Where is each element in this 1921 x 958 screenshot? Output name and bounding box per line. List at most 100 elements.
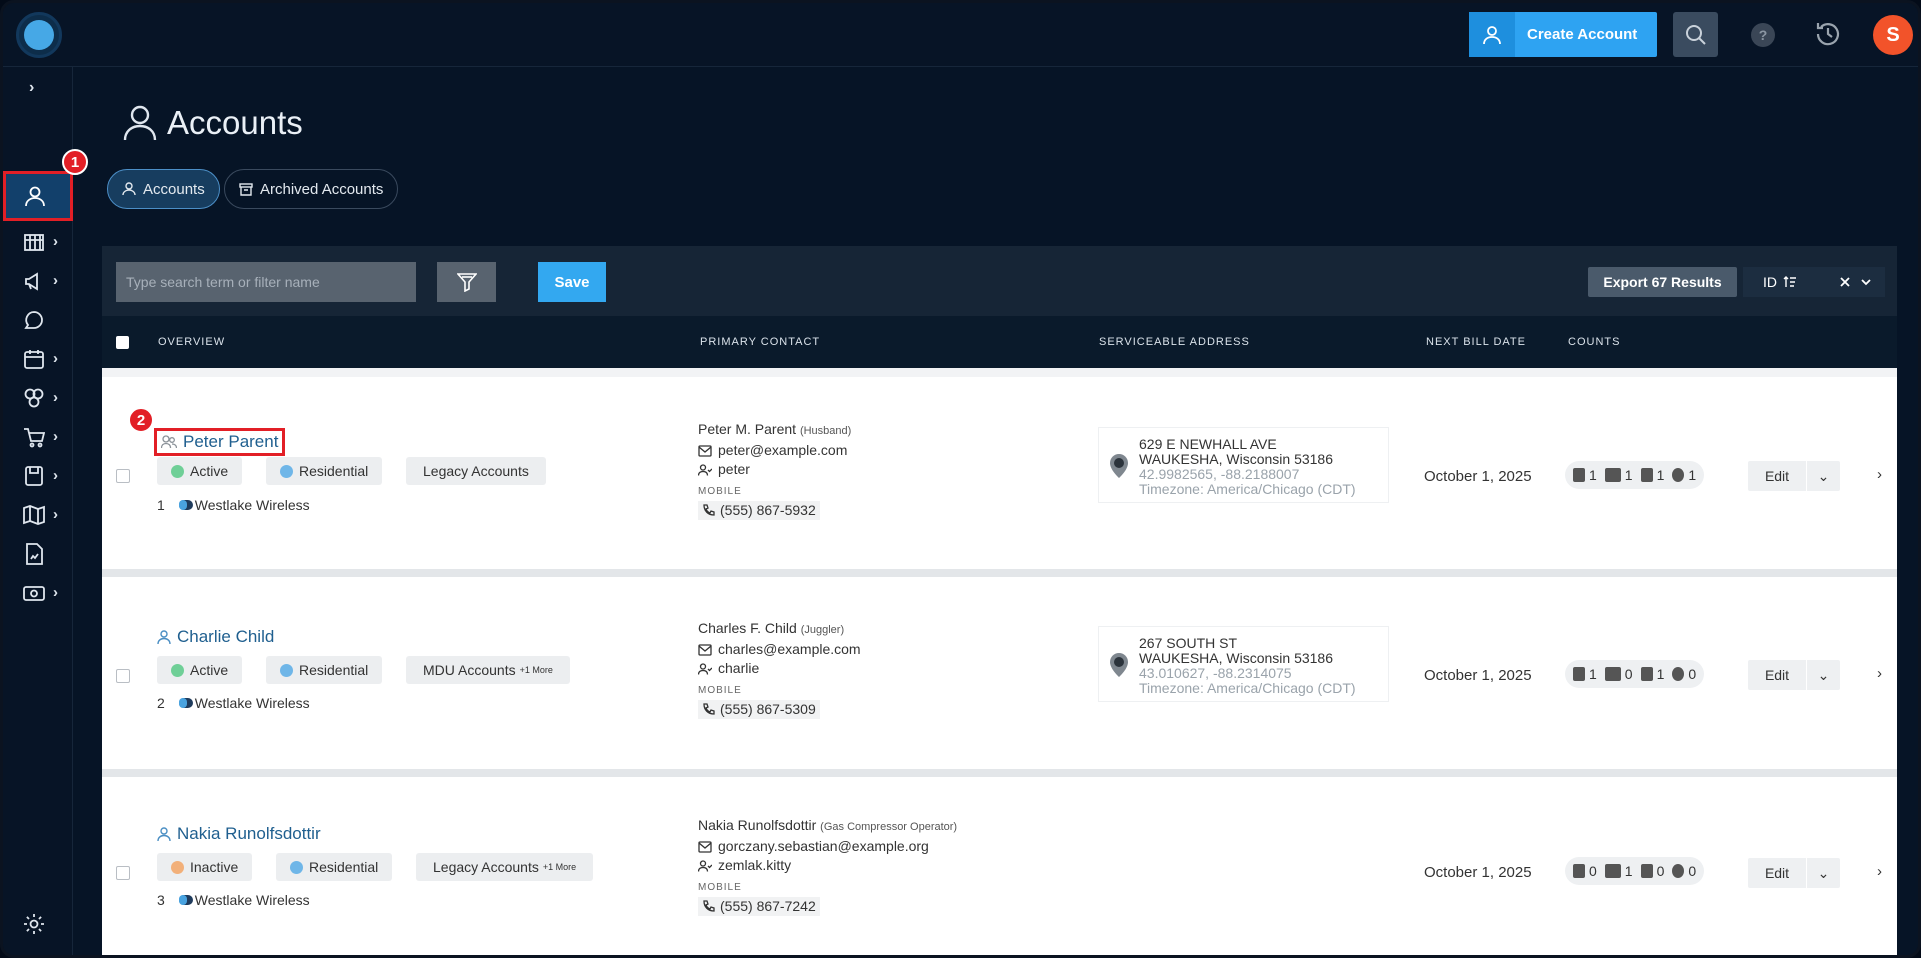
sidebar-item-settings[interactable] xyxy=(3,901,73,947)
user-check-icon xyxy=(698,662,712,675)
row-checkbox[interactable] xyxy=(116,469,130,483)
help-icon[interactable]: ? xyxy=(1751,23,1775,47)
router-icon xyxy=(1604,468,1621,482)
account-name-link[interactable]: Peter Parent xyxy=(154,428,286,456)
user-icon xyxy=(25,186,45,207)
column-header-next-bill-date: NEXT BILL DATE xyxy=(1426,336,1526,348)
calendar-icon xyxy=(24,350,44,369)
phone-icon xyxy=(703,900,715,912)
accounts-panel: Save Export 67 Results ID OVERVIEW PRIMA… xyxy=(102,246,1897,955)
page-title-text: Accounts xyxy=(167,104,303,141)
history-icon[interactable] xyxy=(1813,19,1843,49)
status-badge: Inactive xyxy=(157,853,253,881)
cart-icon xyxy=(24,428,45,448)
phone-icon xyxy=(703,504,715,516)
sidebar: › › › › › › › › › xyxy=(3,67,73,955)
row-expand-chevron[interactable]: › xyxy=(1877,863,1882,880)
search-icon xyxy=(1685,24,1706,45)
user-icon xyxy=(157,826,171,841)
filter-button[interactable] xyxy=(437,262,496,302)
annotation-badge-1: 1 xyxy=(62,149,88,175)
user-check-icon xyxy=(698,463,712,476)
clear-icon[interactable] xyxy=(1837,273,1853,291)
edit-button[interactable]: Edit ⌄ xyxy=(1748,858,1840,888)
provider-icon xyxy=(178,698,193,708)
services-icon xyxy=(24,388,44,408)
primary-contact: Peter M. Parent (Husband) peter@example.… xyxy=(698,421,852,520)
row-checkbox[interactable] xyxy=(116,669,130,683)
chevron-right-icon: › xyxy=(53,233,58,250)
sidebar-item-billing[interactable]: › xyxy=(3,570,73,616)
table-row[interactable]: Charlie Child Active Residential MDU Acc… xyxy=(102,577,1897,769)
chevron-right-icon: › xyxy=(53,272,58,289)
chevron-down-icon: ⌄ xyxy=(1806,858,1840,888)
megaphone-icon xyxy=(25,272,38,291)
account-index: 3 Westlake Wireless xyxy=(157,892,310,908)
sort-select[interactable]: ID xyxy=(1743,267,1885,297)
group-badge: MDU Accounts +1 More xyxy=(406,656,570,684)
user-icon xyxy=(122,182,136,196)
phone-icon xyxy=(703,703,715,715)
account-name-link[interactable]: Nakia Runolfsdottir xyxy=(157,824,321,844)
serviceable-address[interactable]: 629 E NEWHALL AVE WAUKESHA, Wisconsin 53… xyxy=(1098,427,1389,503)
group-badge: Legacy Accounts +1 More xyxy=(416,853,594,881)
account-index: 1 Westlake Wireless xyxy=(157,497,310,513)
edit-button[interactable]: Edit ⌄ xyxy=(1748,660,1840,690)
device-icon xyxy=(1573,667,1585,681)
router-icon xyxy=(1604,667,1621,681)
next-bill-date: October 1, 2025 xyxy=(1424,667,1532,684)
column-header-serviceable-address: SERVICEABLE ADDRESS xyxy=(1099,336,1250,348)
invoice-icon xyxy=(1640,864,1653,878)
select-all-checkbox[interactable] xyxy=(116,336,129,349)
serviceable-address[interactable]: 267 SOUTH ST WAUKESHA, Wisconsin 53186 4… xyxy=(1098,626,1389,702)
router-icon xyxy=(1604,864,1621,878)
counts-badge: 0 1 0 0 xyxy=(1565,857,1705,885)
account-index: 2 Westlake Wireless xyxy=(157,695,310,711)
ticket-icon xyxy=(1672,468,1685,482)
map-icon xyxy=(23,505,45,525)
chevron-down-icon: ⌄ xyxy=(1806,461,1840,491)
primary-contact: Charles F. Child (Juggler) charles@examp… xyxy=(698,620,861,719)
sidebar-item-accounts[interactable] xyxy=(3,171,73,221)
global-search-button[interactable] xyxy=(1673,12,1718,57)
account-name-link[interactable]: Charlie Child xyxy=(157,627,274,647)
row-checkbox[interactable] xyxy=(116,866,130,880)
tab-archived-accounts[interactable]: Archived Accounts xyxy=(224,169,399,209)
building-icon xyxy=(24,234,44,251)
chevron-down-icon: ⌄ xyxy=(1806,660,1840,690)
user-icon xyxy=(1469,12,1515,57)
user-avatar[interactable]: S xyxy=(1873,15,1913,55)
money-icon xyxy=(23,586,45,601)
provider-icon xyxy=(178,500,193,510)
device-icon xyxy=(1573,468,1585,482)
row-expand-chevron[interactable]: › xyxy=(1877,466,1882,483)
table-header: OVERVIEW PRIMARY CONTACT SERVICEABLE ADD… xyxy=(102,316,1897,368)
app-logo[interactable] xyxy=(16,12,62,58)
email-icon xyxy=(698,840,712,853)
table-row[interactable]: Nakia Runolfsdottir Inactive Residential… xyxy=(102,777,1897,955)
chevron-right-icon: › xyxy=(53,506,58,523)
create-account-button[interactable]: Create Account xyxy=(1469,12,1657,57)
tab-label: Accounts xyxy=(143,180,205,198)
map-pin-icon xyxy=(1110,653,1128,677)
chevron-right-icon: › xyxy=(53,428,58,445)
export-button[interactable]: Export 67 Results xyxy=(1588,267,1737,297)
edit-button[interactable]: Edit ⌄ xyxy=(1748,461,1840,491)
search-input[interactable] xyxy=(116,262,416,302)
users-icon xyxy=(161,435,177,449)
chevron-right-icon: › xyxy=(53,350,58,367)
sidebar-expand-toggle[interactable]: › xyxy=(3,67,73,113)
chat-icon xyxy=(24,311,43,329)
row-divider xyxy=(102,569,1897,577)
tab-accounts[interactable]: Accounts xyxy=(107,169,220,209)
table-row[interactable]: Peter Parent 2 Active Residential Legacy… xyxy=(102,377,1897,569)
primary-contact: Nakia Runolfsdottir (Gas Compressor Oper… xyxy=(698,817,958,916)
email-icon xyxy=(698,444,712,457)
tab-label: Archived Accounts xyxy=(260,180,384,198)
chevron-down-icon[interactable] xyxy=(1859,272,1873,292)
column-header-overview: OVERVIEW xyxy=(158,336,226,348)
save-button[interactable]: Save xyxy=(538,262,606,302)
sort-ascending-icon xyxy=(1783,276,1796,287)
row-expand-chevron[interactable]: › xyxy=(1877,665,1882,682)
column-header-primary-contact: PRIMARY CONTACT xyxy=(700,336,821,348)
